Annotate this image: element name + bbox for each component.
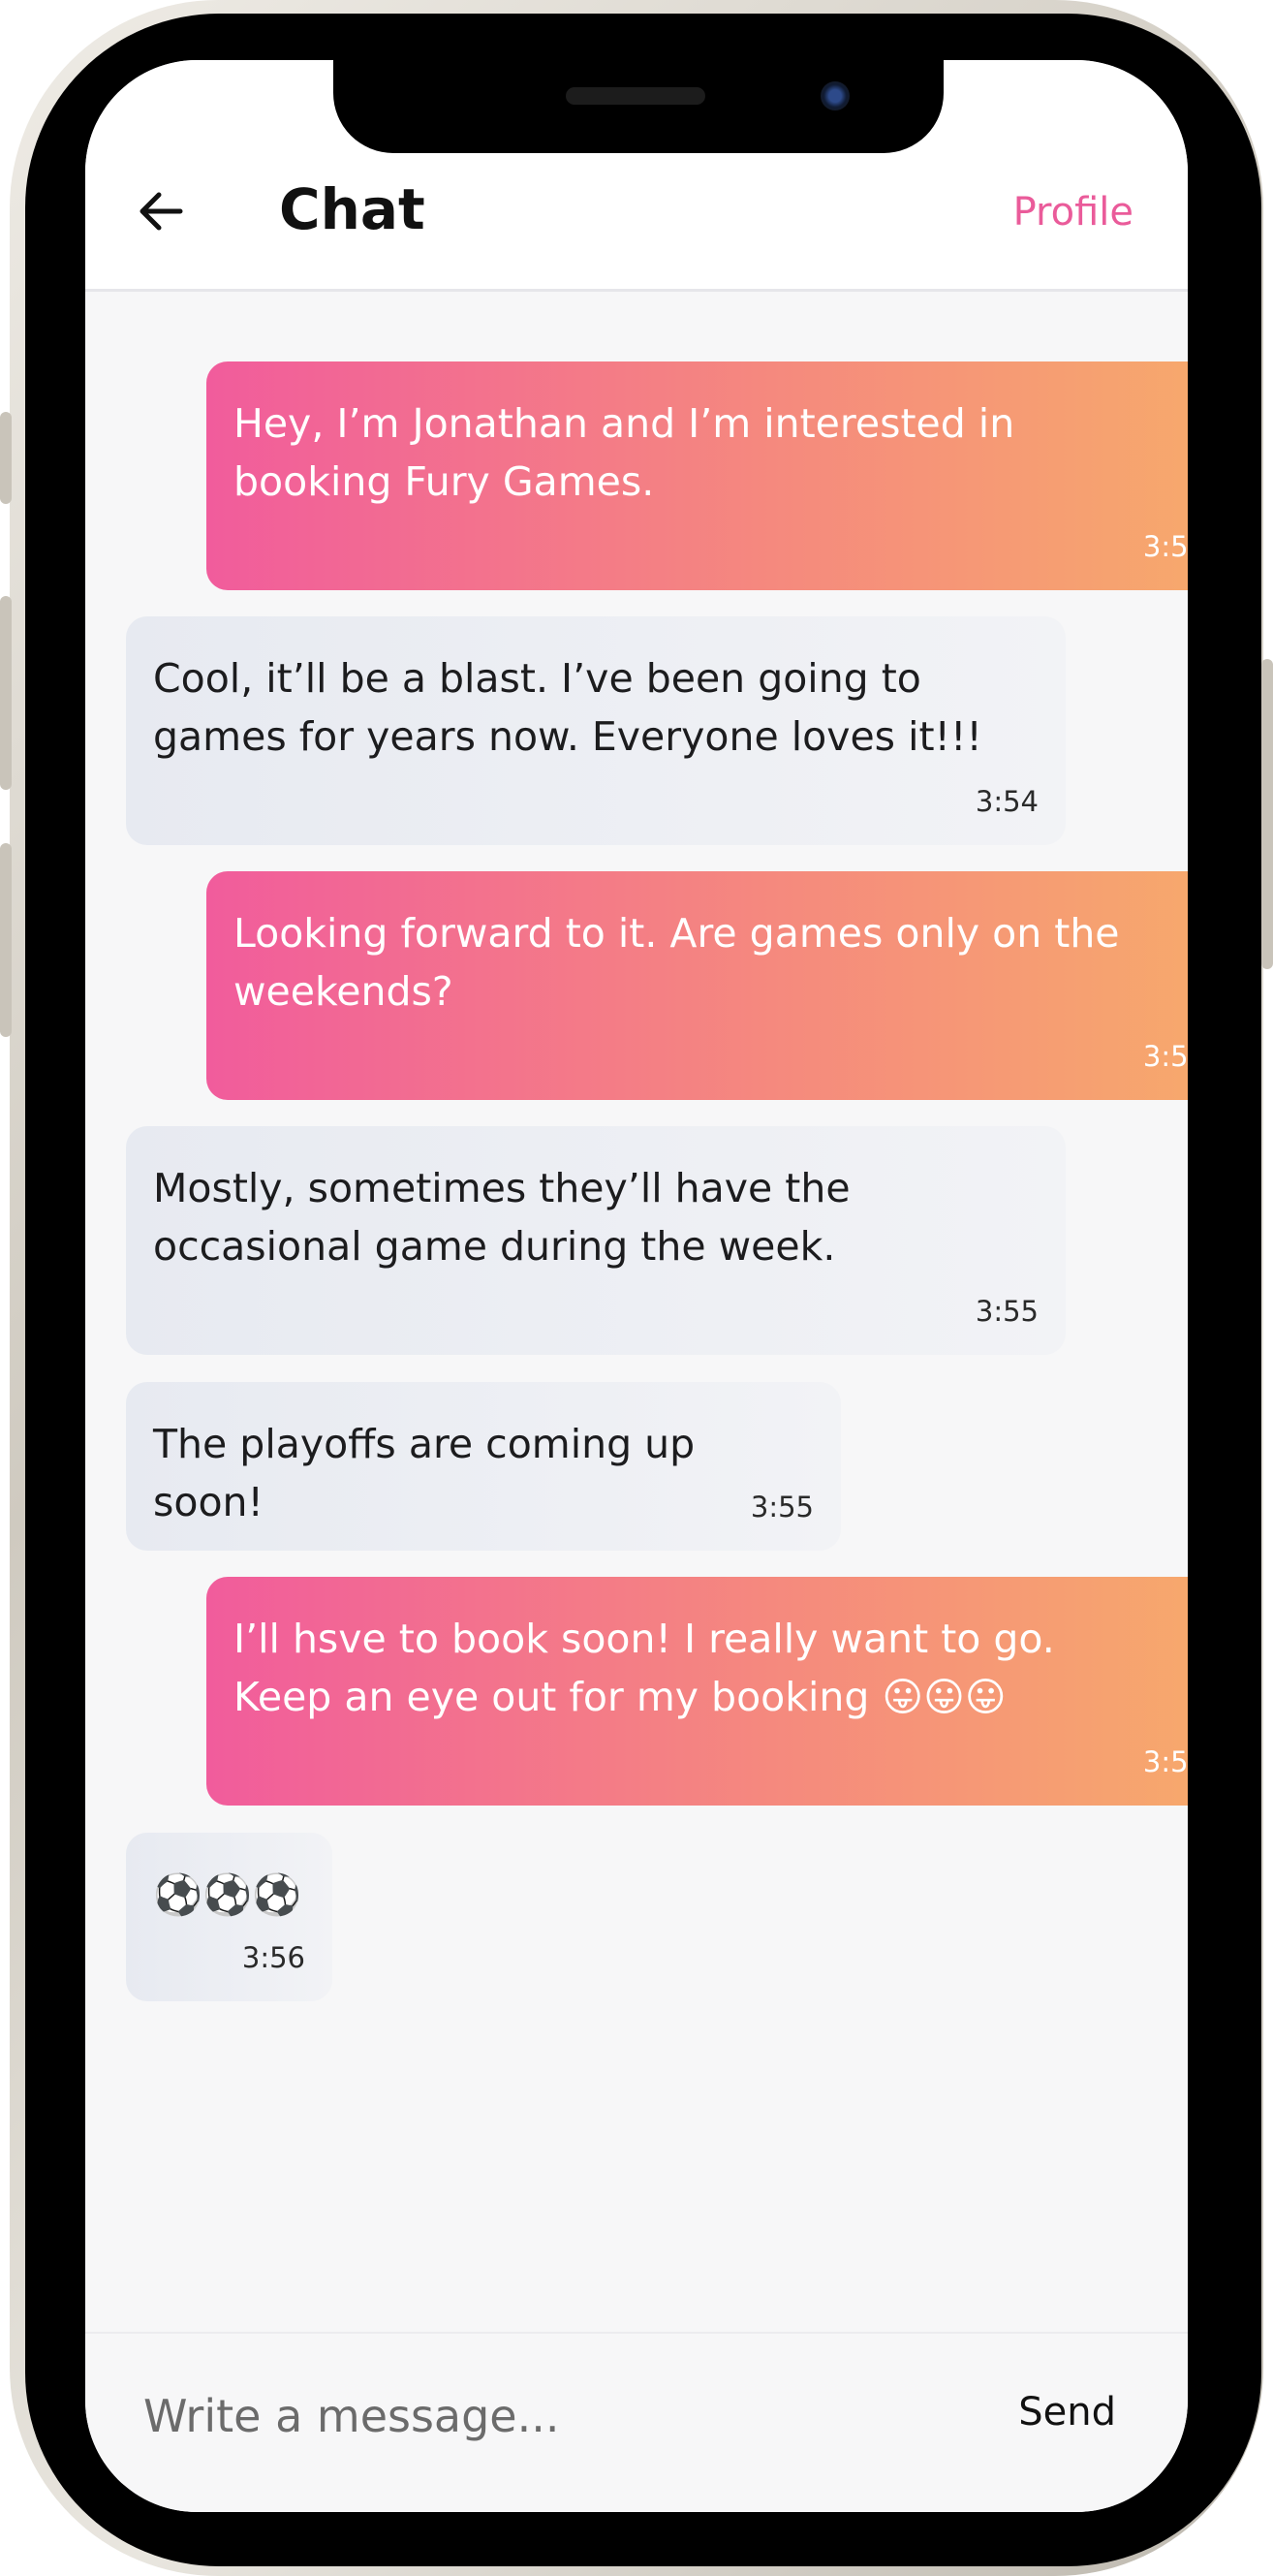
message-composer: Send (85, 2332, 1188, 2512)
message-time: 3:54 (975, 785, 1039, 818)
message-incoming: ⚽⚽⚽ 3:56 (126, 1833, 332, 2001)
power-button (1261, 659, 1273, 969)
earpiece-speaker (566, 87, 705, 105)
message-text: Mostly, sometimes they’ll have the occas… (153, 1165, 851, 1270)
message-time: 3:54 (1142, 1040, 1188, 1073)
message-time: 3:55 (750, 1491, 814, 1524)
message-time: 3:53 (1142, 530, 1188, 563)
send-button[interactable]: Send (1018, 2390, 1116, 2435)
message-outgoing: I’ll hsve to book soon! I really want to… (206, 1577, 1188, 1806)
page-title: Chat (279, 176, 425, 242)
volume-up-button (0, 596, 12, 790)
message-time: 3:56 (1142, 1745, 1188, 1778)
message-text: The playoffs are coming up soon! (153, 1421, 708, 1525)
message-text: Hey, I’m Jonathan and I’m interested in … (233, 400, 1015, 505)
message-outgoing: Hey, I’m Jonathan and I’m interested in … (206, 361, 1188, 590)
message-input[interactable] (141, 2376, 940, 2456)
mute-switch (0, 412, 12, 504)
message-incoming: Mostly, sometimes they’ll have the occas… (126, 1126, 1066, 1355)
message-outgoing: Looking forward to it. Are games only on… (206, 871, 1188, 1100)
message-list[interactable]: Hey, I’m Jonathan and I’m interested in … (85, 292, 1188, 2332)
message-text: ⚽⚽⚽ (153, 1871, 302, 1918)
message-text: Cool, it’ll be a blast. I’ve been going … (153, 655, 982, 760)
front-camera (821, 81, 850, 110)
profile-link[interactable]: Profile (1013, 190, 1133, 235)
message-text: I’ll hsve to book soon! I really want to… (233, 1616, 1055, 1720)
message-time: 3:55 (975, 1295, 1039, 1328)
message-time: 3:56 (241, 1941, 305, 1974)
message-text: Looking forward to it. Are games only on… (233, 910, 1120, 1015)
notch (333, 60, 944, 153)
app-screen: Chat Profile Hey, I’m Jonathan and I’m i… (85, 60, 1188, 2512)
message-incoming: The playoffs are coming up soon! 3:55 (126, 1382, 841, 1551)
arrow-left-icon[interactable] (136, 186, 186, 236)
volume-down-button (0, 843, 12, 1037)
message-incoming: Cool, it’ll be a blast. I’ve been going … (126, 616, 1066, 845)
